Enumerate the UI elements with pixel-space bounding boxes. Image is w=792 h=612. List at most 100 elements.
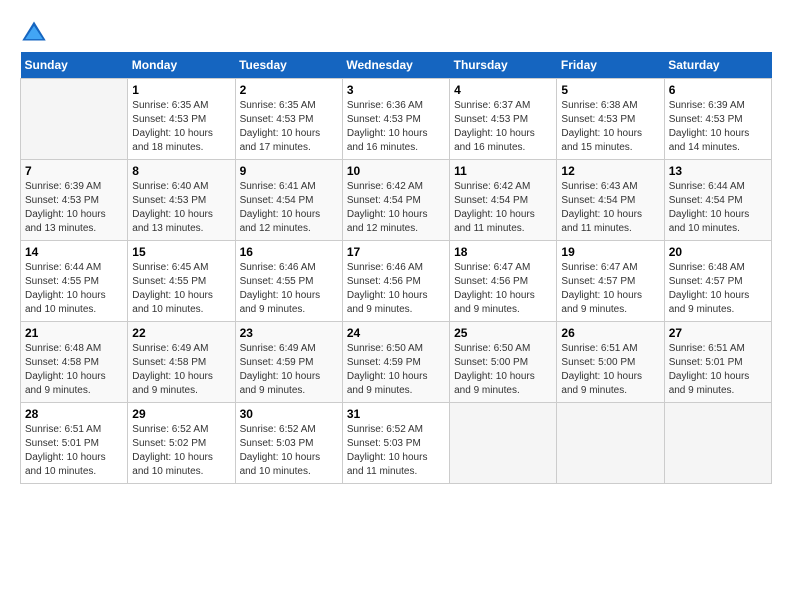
day-cell: 27Sunrise: 6:51 AMSunset: 5:01 PMDayligh… bbox=[664, 322, 771, 403]
day-cell bbox=[21, 79, 128, 160]
day-info: Sunrise: 6:47 AMSunset: 4:56 PMDaylight:… bbox=[454, 261, 552, 317]
day-cell: 15 Sunrise: 6:45 AMSunset: 4:55 PMDayligh… bbox=[128, 241, 235, 322]
day-cell: 5 Sunrise: 6:38 AMSunset: 4:53 PMDaylight… bbox=[557, 79, 664, 160]
day-cell: 2 Sunrise: 6:35 AMSunset: 4:53 PMDaylight… bbox=[235, 79, 342, 160]
day-info: Sunrise: 6:51 AMSunset: 5:01 PMDaylight:… bbox=[25, 423, 123, 479]
day-number: 25 bbox=[454, 326, 552, 340]
day-info: Sunrise: 6:45 AMSunset: 4:55 PMDaylight:… bbox=[132, 261, 230, 317]
day-cell: 10 Sunrise: 6:42 AMSunset: 4:54 PMDayligh… bbox=[342, 160, 449, 241]
day-info: Sunrise: 6:40 AMSunset: 4:53 PMDaylight:… bbox=[132, 180, 230, 236]
day-cell: 6 Sunrise: 6:39 AMSunset: 4:53 PMDaylight… bbox=[664, 79, 771, 160]
column-header-saturday: Saturday bbox=[664, 52, 771, 79]
day-cell: 11 Sunrise: 6:42 AMSunset: 4:54 PMDayligh… bbox=[450, 160, 557, 241]
day-cell: 3 Sunrise: 6:36 AMSunset: 4:53 PMDaylight… bbox=[342, 79, 449, 160]
day-number: 19 bbox=[561, 245, 659, 259]
week-row-1: 1 Sunrise: 6:35 AMSunset: 4:53 PMDaylight… bbox=[21, 79, 772, 160]
day-info: Sunrise: 6:44 AMSunset: 4:55 PMDaylight:… bbox=[25, 261, 123, 317]
page-header bbox=[20, 20, 772, 42]
day-cell: 22 Sunrise: 6:49 AMSunset: 4:58 PMDayligh… bbox=[128, 322, 235, 403]
day-cell: 31 Sunrise: 6:52 AMSunset: 5:03 PMDayligh… bbox=[342, 403, 449, 484]
day-info: Sunrise: 6:37 AMSunset: 4:53 PMDaylight:… bbox=[454, 99, 552, 155]
day-cell: 21 Sunrise: 6:48 AMSunset: 4:58 PMDayligh… bbox=[21, 322, 128, 403]
day-cell: 19Sunrise: 6:47 AMSunset: 4:57 PMDayligh… bbox=[557, 241, 664, 322]
day-info: Sunrise: 6:48 AMSunset: 4:58 PMDaylight:… bbox=[25, 342, 123, 398]
day-number: 9 bbox=[240, 164, 338, 178]
day-info: Sunrise: 6:52 AMSunset: 5:03 PMDaylight:… bbox=[240, 423, 338, 479]
day-info: Sunrise: 6:35 AMSunset: 4:53 PMDaylight:… bbox=[132, 99, 230, 155]
day-cell: 4 Sunrise: 6:37 AMSunset: 4:53 PMDaylight… bbox=[450, 79, 557, 160]
day-number: 24 bbox=[347, 326, 445, 340]
day-info: Sunrise: 6:49 AMSunset: 4:58 PMDaylight:… bbox=[132, 342, 230, 398]
day-info: Sunrise: 6:43 AMSunset: 4:54 PMDaylight:… bbox=[561, 180, 659, 236]
day-number: 10 bbox=[347, 164, 445, 178]
day-cell: 9 Sunrise: 6:41 AMSunset: 4:54 PMDaylight… bbox=[235, 160, 342, 241]
day-number: 22 bbox=[132, 326, 230, 340]
day-number: 11 bbox=[454, 164, 552, 178]
week-row-4: 21 Sunrise: 6:48 AMSunset: 4:58 PMDayligh… bbox=[21, 322, 772, 403]
day-info: Sunrise: 6:35 AMSunset: 4:53 PMDaylight:… bbox=[240, 99, 338, 155]
day-cell: 23 Sunrise: 6:49 AMSunset: 4:59 PMDayligh… bbox=[235, 322, 342, 403]
day-cell: 29 Sunrise: 6:52 AMSunset: 5:02 PMDayligh… bbox=[128, 403, 235, 484]
week-row-2: 7 Sunrise: 6:39 AMSunset: 4:53 PMDaylight… bbox=[21, 160, 772, 241]
day-info: Sunrise: 6:46 AMSunset: 4:56 PMDaylight:… bbox=[347, 261, 445, 317]
logo bbox=[20, 20, 52, 42]
day-info: Sunrise: 6:39 AMSunset: 4:53 PMDaylight:… bbox=[25, 180, 123, 236]
day-number: 20 bbox=[669, 245, 767, 259]
day-info: Sunrise: 6:38 AMSunset: 4:53 PMDaylight:… bbox=[561, 99, 659, 155]
day-number: 16 bbox=[240, 245, 338, 259]
day-info: Sunrise: 6:39 AMSunset: 4:53 PMDaylight:… bbox=[669, 99, 767, 155]
day-info: Sunrise: 6:46 AMSunset: 4:55 PMDaylight:… bbox=[240, 261, 338, 317]
day-info: Sunrise: 6:48 AMSunset: 4:57 PMDaylight:… bbox=[669, 261, 767, 317]
day-info: Sunrise: 6:36 AMSunset: 4:53 PMDaylight:… bbox=[347, 99, 445, 155]
day-info: Sunrise: 6:51 AMSunset: 5:00 PMDaylight:… bbox=[561, 342, 659, 398]
logo-icon bbox=[20, 20, 48, 42]
day-info: Sunrise: 6:52 AMSunset: 5:03 PMDaylight:… bbox=[347, 423, 445, 479]
column-header-sunday: Sunday bbox=[21, 52, 128, 79]
day-cell bbox=[450, 403, 557, 484]
column-header-monday: Monday bbox=[128, 52, 235, 79]
day-number: 15 bbox=[132, 245, 230, 259]
day-info: Sunrise: 6:52 AMSunset: 5:02 PMDaylight:… bbox=[132, 423, 230, 479]
column-header-friday: Friday bbox=[557, 52, 664, 79]
day-info: Sunrise: 6:42 AMSunset: 4:54 PMDaylight:… bbox=[454, 180, 552, 236]
day-number: 14 bbox=[25, 245, 123, 259]
day-cell bbox=[557, 403, 664, 484]
day-cell: 20 Sunrise: 6:48 AMSunset: 4:57 PMDayligh… bbox=[664, 241, 771, 322]
day-number: 7 bbox=[25, 164, 123, 178]
day-number: 21 bbox=[25, 326, 123, 340]
day-number: 3 bbox=[347, 83, 445, 97]
day-cell: 18Sunrise: 6:47 AMSunset: 4:56 PMDayligh… bbox=[450, 241, 557, 322]
column-header-wednesday: Wednesday bbox=[342, 52, 449, 79]
day-cell: 14 Sunrise: 6:44 AMSunset: 4:55 PMDayligh… bbox=[21, 241, 128, 322]
column-header-thursday: Thursday bbox=[450, 52, 557, 79]
day-info: Sunrise: 6:49 AMSunset: 4:59 PMDaylight:… bbox=[240, 342, 338, 398]
day-number: 23 bbox=[240, 326, 338, 340]
day-info: Sunrise: 6:51 AMSunset: 5:01 PMDaylight:… bbox=[669, 342, 767, 398]
day-cell: 17Sunrise: 6:46 AMSunset: 4:56 PMDayligh… bbox=[342, 241, 449, 322]
day-number: 12 bbox=[561, 164, 659, 178]
day-number: 13 bbox=[669, 164, 767, 178]
day-number: 2 bbox=[240, 83, 338, 97]
day-number: 29 bbox=[132, 407, 230, 421]
day-cell: 16 Sunrise: 6:46 AMSunset: 4:55 PMDayligh… bbox=[235, 241, 342, 322]
day-number: 4 bbox=[454, 83, 552, 97]
day-number: 8 bbox=[132, 164, 230, 178]
day-number: 1 bbox=[132, 83, 230, 97]
week-row-3: 14 Sunrise: 6:44 AMSunset: 4:55 PMDayligh… bbox=[21, 241, 772, 322]
week-row-5: 28 Sunrise: 6:51 AMSunset: 5:01 PMDayligh… bbox=[21, 403, 772, 484]
day-number: 28 bbox=[25, 407, 123, 421]
day-cell: 24Sunrise: 6:50 AMSunset: 4:59 PMDayligh… bbox=[342, 322, 449, 403]
day-number: 5 bbox=[561, 83, 659, 97]
day-cell: 12 Sunrise: 6:43 AMSunset: 4:54 PMDayligh… bbox=[557, 160, 664, 241]
day-cell: 26 Sunrise: 6:51 AMSunset: 5:00 PMDayligh… bbox=[557, 322, 664, 403]
day-number: 6 bbox=[669, 83, 767, 97]
day-cell: 30Sunrise: 6:52 AMSunset: 5:03 PMDayligh… bbox=[235, 403, 342, 484]
calendar-table: SundayMondayTuesdayWednesdayThursdayFrid… bbox=[20, 52, 772, 484]
day-number: 26 bbox=[561, 326, 659, 340]
day-info: Sunrise: 6:41 AMSunset: 4:54 PMDaylight:… bbox=[240, 180, 338, 236]
day-info: Sunrise: 6:50 AMSunset: 5:00 PMDaylight:… bbox=[454, 342, 552, 398]
day-cell: 8 Sunrise: 6:40 AMSunset: 4:53 PMDaylight… bbox=[128, 160, 235, 241]
day-info: Sunrise: 6:42 AMSunset: 4:54 PMDaylight:… bbox=[347, 180, 445, 236]
column-header-tuesday: Tuesday bbox=[235, 52, 342, 79]
day-number: 31 bbox=[347, 407, 445, 421]
